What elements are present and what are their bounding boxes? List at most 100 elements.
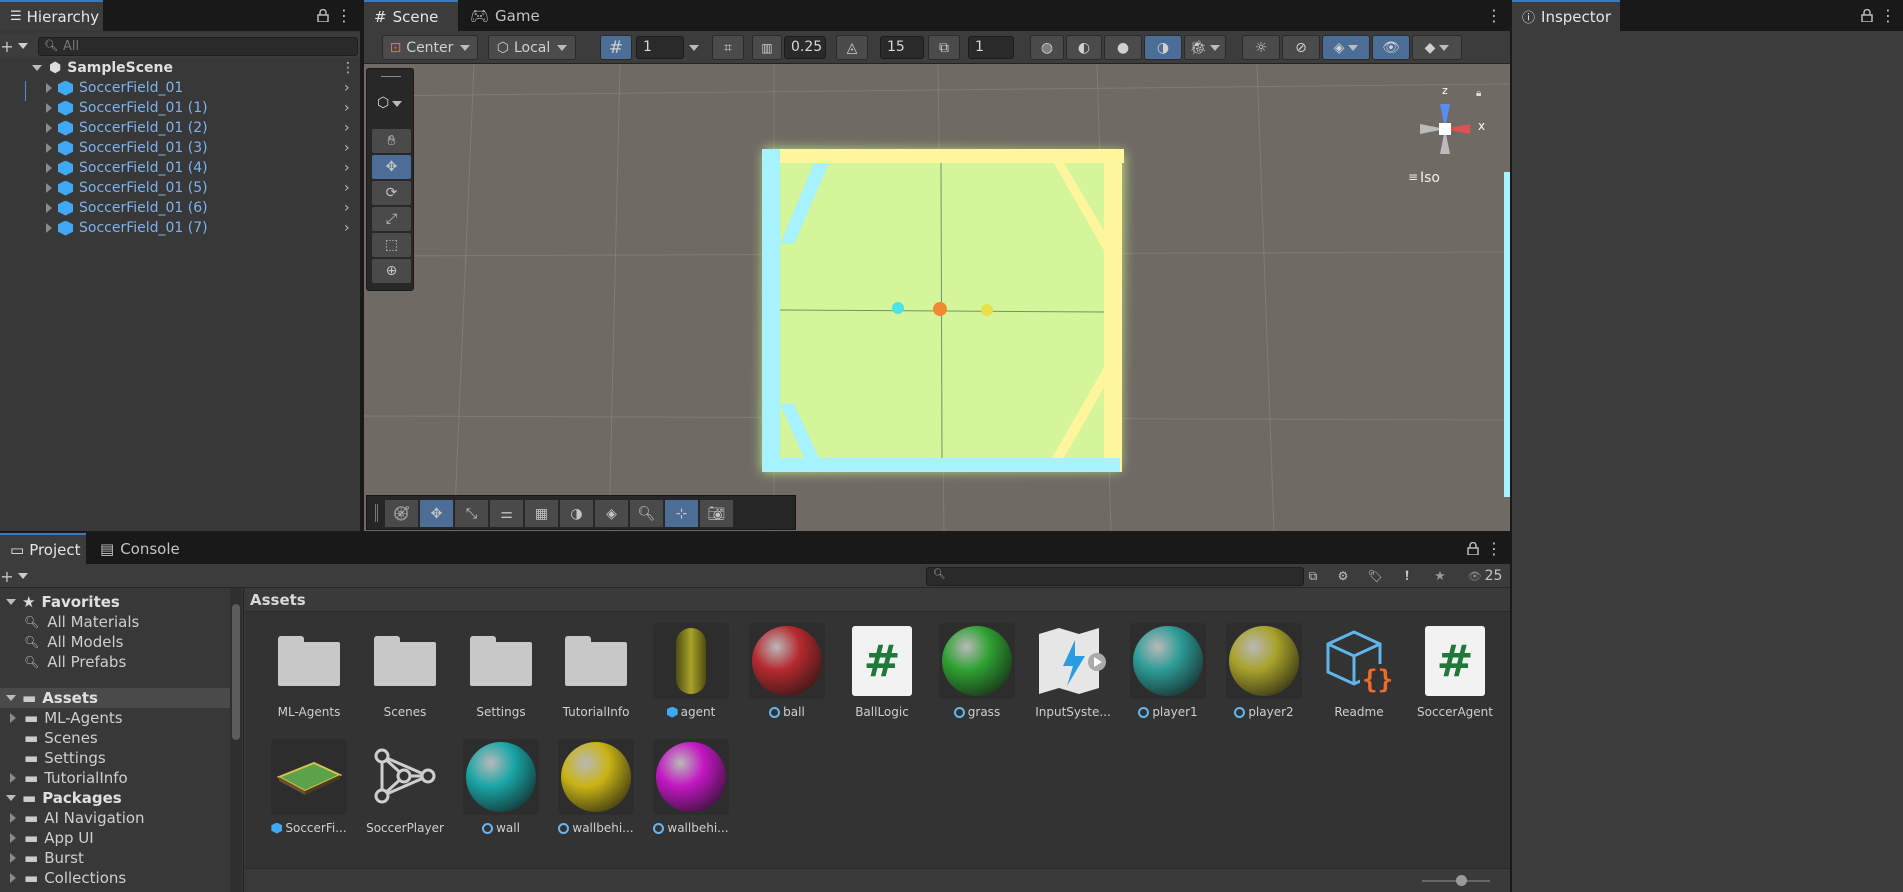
view-cube-dropdown[interactable]: ⬡ xyxy=(377,95,407,115)
asset-tile[interactable]: # BallLogic xyxy=(836,623,928,719)
scale-snap-input[interactable]: 1 xyxy=(968,36,1014,59)
asset-tile[interactable]: SoccerFi... xyxy=(263,739,355,835)
orientation-gizmo[interactable]: z x 🔒︎ ≡ Iso xyxy=(1400,84,1490,189)
expand-arrow-icon[interactable] xyxy=(46,223,52,233)
more-options-icon[interactable]: ⋮ xyxy=(1486,6,1502,25)
asset-tile[interactable]: player2 xyxy=(1218,623,1310,719)
asset-tile[interactable]: Settings xyxy=(455,623,547,719)
player2-agent[interactable] xyxy=(981,304,993,316)
hierarchy-item[interactable]: SoccerField_01 (2) › xyxy=(0,118,360,138)
chevron-right-icon[interactable]: › xyxy=(344,100,350,116)
asset-tile[interactable]: InputSyste... xyxy=(1027,623,1119,719)
folder-tree-item[interactable]: ▬ AI Navigation xyxy=(0,808,228,828)
effects-dropdown[interactable]: ◈ xyxy=(1322,35,1370,60)
increment-snap-button[interactable]: ▥ xyxy=(752,35,782,60)
chevron-right-icon[interactable]: › xyxy=(344,160,350,176)
expand-arrow-icon[interactable] xyxy=(46,143,52,153)
add-dropdown-button[interactable]: + xyxy=(0,36,28,56)
expand-arrow-icon[interactable] xyxy=(10,833,16,843)
favorite-item[interactable]: 🔍︎ All Models xyxy=(0,632,228,652)
filter-type-icon[interactable]: ⚙ xyxy=(1334,568,1352,584)
audio-toggle[interactable]: ⊘ xyxy=(1282,35,1320,60)
ball-object[interactable] xyxy=(933,302,947,316)
asset-tile[interactable]: grass xyxy=(931,623,1023,719)
hierarchy-item[interactable]: SoccerField_01 (6) › xyxy=(0,198,360,218)
folder-tree-item[interactable]: ▬ App UI xyxy=(0,828,228,848)
scrollbar-thumb[interactable] xyxy=(232,604,240,740)
folder-tree-item[interactable]: ▬ ML-Agents xyxy=(0,708,228,728)
star-favorites-icon[interactable]: ★ xyxy=(1431,568,1449,584)
grid-snapping-button[interactable]: ⌗ xyxy=(712,35,744,60)
asset-tile[interactable]: {} Readme xyxy=(1313,623,1405,719)
folder-tree-item[interactable]: ▬ Collections xyxy=(0,868,228,888)
soccer-field[interactable] xyxy=(762,149,1124,472)
lighting-toggle[interactable]: ☼ xyxy=(1242,35,1280,60)
favorite-item[interactable]: 🔍︎ All Materials xyxy=(0,612,228,632)
favorite-item[interactable]: 🔍︎ All Prefabs xyxy=(0,652,228,672)
more-options-icon[interactable]: ⋮ xyxy=(1486,539,1502,558)
lock-icon[interactable]: 🔒︎ xyxy=(1476,88,1481,99)
expand-arrow-icon[interactable] xyxy=(46,163,52,173)
label-tag-icon[interactable]: 🏷︎ xyxy=(1366,568,1384,584)
hierarchy-search-input[interactable]: 🔍︎ All xyxy=(38,37,358,56)
create-dropdown-button[interactable]: + xyxy=(0,566,28,586)
project-search-input[interactable]: 🔍︎ xyxy=(926,567,1304,586)
expand-arrow-icon[interactable] xyxy=(32,65,42,71)
rect-tool-button[interactable]: ⬚ xyxy=(372,233,411,257)
debug-draw-mode-button[interactable]: 🐞︎ xyxy=(1184,35,1226,60)
favorites-header[interactable]: ★ Favorites xyxy=(0,592,228,612)
asset-tile[interactable]: agent xyxy=(645,623,737,719)
scale-tool-button[interactable]: ⤢ xyxy=(372,207,411,231)
folder-tree-item[interactable]: ▬ TutorialInfo xyxy=(0,768,228,788)
expand-arrow-icon[interactable] xyxy=(46,123,52,133)
chevron-right-icon[interactable]: › xyxy=(344,140,350,156)
folder-tree-item[interactable]: ▬ Settings xyxy=(0,748,228,768)
pivot-overlay-button[interactable]: ⊹ xyxy=(665,500,699,527)
wireframe-shading-button[interactable]: ◍ xyxy=(1030,35,1064,60)
shaded-button[interactable]: ● xyxy=(1104,35,1142,60)
visible-count[interactable]: 👁︎ 25 xyxy=(1462,567,1508,585)
scene-viewport[interactable]: ⬡ ✋︎ ✥ ⟳ ⤢ ⬚ ⊕ z x 🔒︎ ≡ Iso 🧭︎ ✥ ⤡ ⚌ ▦ ◑… xyxy=(364,64,1510,531)
search-window-icon[interactable]: ⧉ xyxy=(1304,568,1322,584)
align-button[interactable]: ⚌ xyxy=(490,500,524,527)
scene-visibility-toggle[interactable]: 👁︎ xyxy=(1372,35,1410,60)
shaded-wireframe-button[interactable]: ◐ xyxy=(1066,35,1102,60)
player1-agent[interactable] xyxy=(892,302,904,314)
move-snap-button[interactable]: ✥ xyxy=(420,500,454,527)
grid-dropdown-arrow[interactable] xyxy=(686,41,702,55)
hand-tool-button[interactable]: ✋︎ xyxy=(372,129,411,153)
drag-handle[interactable] xyxy=(381,76,401,77)
tab-inspector[interactable]: ⓘ Inspector xyxy=(1512,0,1620,31)
expand-arrow-icon[interactable] xyxy=(10,713,16,723)
grid-overlay-button[interactable]: ▦ xyxy=(525,500,559,527)
slider-thumb[interactable] xyxy=(1456,875,1467,886)
space-dropdown[interactable]: ⬡ Local xyxy=(488,35,576,60)
drag-handle[interactable] xyxy=(375,504,378,522)
asset-tile[interactable]: Scenes xyxy=(359,623,451,719)
grid-size-input[interactable]: 1 xyxy=(636,36,684,59)
more-options-icon[interactable]: ⋮ xyxy=(1880,6,1896,25)
asset-tile[interactable]: player1 xyxy=(1122,623,1214,719)
asset-tile[interactable]: ML-Agents xyxy=(263,623,355,719)
chevron-right-icon[interactable]: › xyxy=(344,180,350,196)
lock-icon[interactable] xyxy=(316,8,330,22)
pivot-dropdown[interactable]: ⊡ Center xyxy=(382,35,478,60)
tab-game[interactable]: 🎮︎ Game xyxy=(460,0,544,31)
hierarchy-item[interactable]: SoccerField_01 › xyxy=(0,78,360,98)
more-options-icon[interactable]: ⋮ xyxy=(341,60,355,76)
tab-scene[interactable]: # Scene xyxy=(364,0,458,31)
expand-arrow-icon[interactable] xyxy=(46,183,52,193)
navigate-button[interactable]: 🧭︎ xyxy=(385,500,419,527)
tab-project[interactable]: ▭ Project xyxy=(0,533,86,564)
breadcrumb[interactable]: Assets xyxy=(250,591,306,609)
expand-arrow-icon[interactable] xyxy=(46,103,52,113)
asset-tile[interactable]: ball xyxy=(741,623,833,719)
asset-tile[interactable]: wall xyxy=(455,739,547,835)
assets-root-row[interactable]: ▬ Assets xyxy=(0,688,230,708)
hierarchy-item[interactable]: SoccerField_01 (7) › xyxy=(0,218,360,238)
asset-tile[interactable]: # SoccerAgent xyxy=(1409,623,1501,719)
chevron-right-icon[interactable]: › xyxy=(344,120,350,136)
scene-root-row[interactable]: ⬢ SampleScene ⋮ xyxy=(0,58,360,78)
tab-console[interactable]: ▤ Console xyxy=(90,533,190,564)
rotate-snap-button[interactable]: ◬ xyxy=(836,35,868,60)
